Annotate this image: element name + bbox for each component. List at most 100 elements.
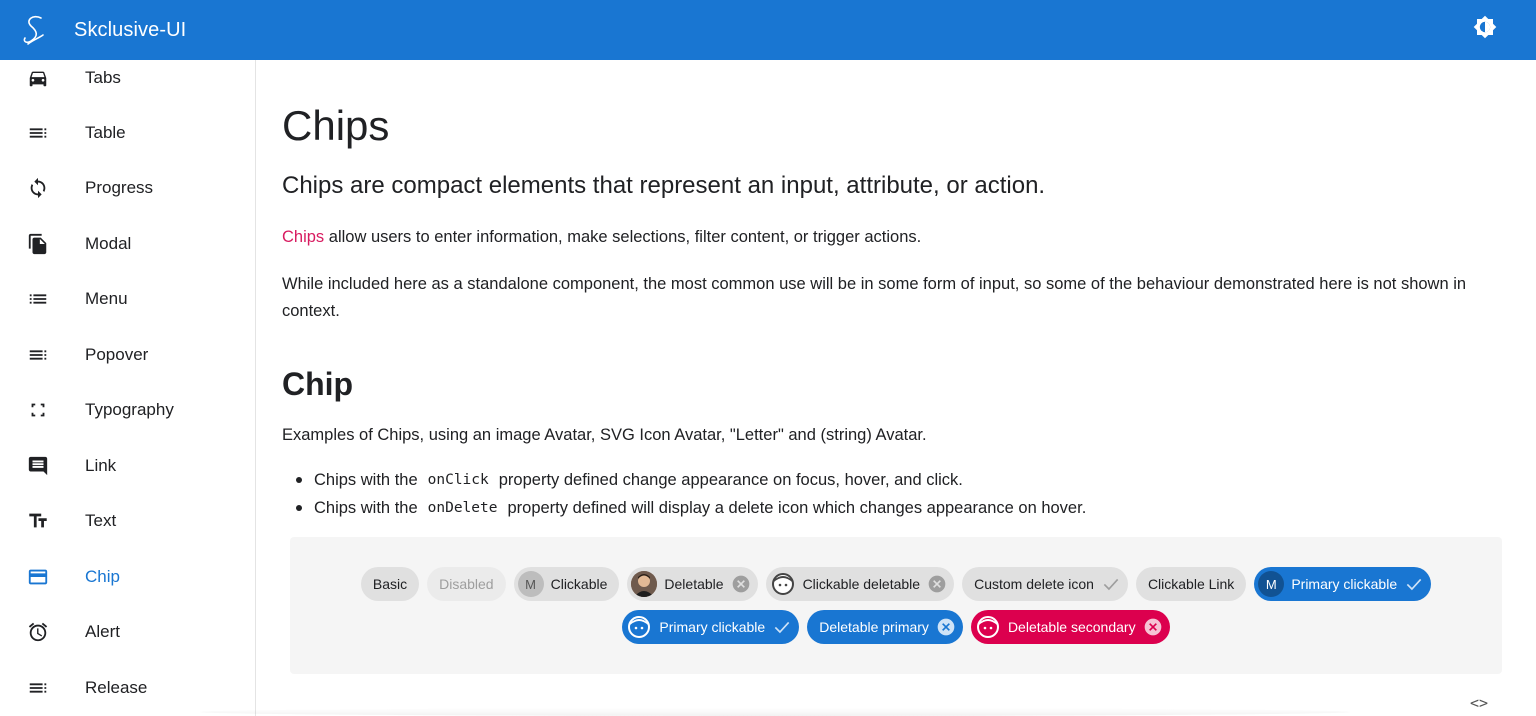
popover-lines-icon: [26, 343, 50, 367]
chip-deletable-primary: Deletable primary: [807, 610, 963, 644]
avatar-photo: [631, 571, 658, 597]
sidebar-item-typography[interactable]: Typography: [0, 382, 255, 437]
chip-demo-box: Basic Disabled M Clickable Deletable Cli…: [290, 537, 1502, 674]
sidebar-item-label: Tabs: [85, 67, 121, 87]
sidebar-item-label: Alert: [85, 621, 120, 641]
chips-link[interactable]: Chips: [282, 228, 324, 246]
chip-avatar: M: [517, 571, 544, 597]
sidebar-item-label: Link: [85, 455, 117, 475]
bullet-dot: [296, 477, 302, 483]
brightness-icon[interactable]: [1472, 14, 1498, 40]
chip-row: Primary clickable Deletable primary Dele…: [290, 610, 1502, 644]
check-icon[interactable]: [1100, 573, 1122, 595]
bullet-text: property defined will display a delete i…: [507, 498, 1087, 517]
cancel-icon[interactable]: [935, 616, 957, 638]
text-fields-icon: [26, 509, 50, 533]
chip-primary-clickable[interactable]: M Primary clickable: [1254, 567, 1432, 601]
sidebar-item-label: Progress: [85, 177, 154, 197]
sidebar-item-label: Chip: [85, 566, 120, 586]
chip-row: Basic Disabled M Clickable Deletable Cli…: [290, 567, 1502, 601]
sidebar-nav: Tabs Table Progress Modal Menu Popover T…: [0, 60, 256, 716]
list-item: Chips with the onDelete property defined…: [282, 494, 1086, 522]
chip-label: Clickable Link: [1147, 576, 1235, 592]
section-description: Examples of Chips, using an image Avatar…: [282, 426, 927, 444]
fullscreen-corners-icon: [26, 398, 50, 422]
app-bar: Skclusive-UI: [0, 0, 1536, 60]
sidebar-item-label: Typography: [85, 399, 174, 419]
app-logo-icon[interactable]: [18, 14, 50, 46]
chip-label: Clickable deletable: [802, 576, 921, 592]
card-icon: [26, 565, 50, 589]
page-subtitle: Chips are compact elements that represen…: [282, 172, 1046, 199]
sidebar-item-text[interactable]: Text: [0, 493, 255, 548]
cancel-icon[interactable]: [1142, 616, 1164, 638]
sidebar-item-alert[interactable]: Alert: [0, 604, 255, 659]
sidebar-item-link[interactable]: Link: [0, 438, 255, 493]
sidebar-item-label: Popover: [85, 344, 149, 364]
release-lines-icon: [26, 676, 50, 700]
file-copy-icon: [26, 232, 50, 256]
chip-avatar: M: [1258, 571, 1285, 597]
chip-clickable-link[interactable]: Clickable Link: [1135, 567, 1247, 601]
chip-label: Clickable: [550, 576, 608, 592]
description-paragraph: While included here as a standalone comp…: [282, 275, 1467, 320]
face-icon: [626, 614, 652, 640]
face-icon: [770, 571, 796, 597]
cancel-icon[interactable]: [730, 573, 752, 595]
bullet-list: Chips with the onClick property defined …: [282, 466, 1086, 522]
sidebar-item-label: Release: [85, 677, 148, 697]
app-title: Skclusive-UI: [74, 18, 187, 41]
code-toggle-icon[interactable]: <>: [1466, 694, 1492, 714]
chip-label: Deletable: [664, 576, 724, 592]
inline-code: onClick: [427, 472, 489, 488]
bullet-text: Chips with the: [314, 470, 418, 489]
chip-label: Primary clickable: [1291, 576, 1398, 592]
chip-basic: Basic: [360, 567, 420, 601]
sidebar-item-progress[interactable]: Progress: [0, 160, 255, 215]
sidebar-item-chip[interactable]: Chip: [0, 549, 255, 604]
sidebar-item-release[interactable]: Release: [0, 660, 255, 715]
chip-clickable[interactable]: M Clickable: [513, 567, 620, 601]
bullet-text: Chips with the: [314, 498, 418, 517]
face-icon: [975, 614, 1001, 640]
intro-paragraph: Chips allow users to enter information, …: [282, 228, 921, 247]
table-lines-icon: [26, 121, 50, 145]
cancel-icon[interactable]: [926, 573, 948, 595]
chip-disabled: Disabled: [427, 567, 506, 601]
intro-text: allow users to enter information, make s…: [324, 228, 922, 246]
card-shadow: [200, 708, 1350, 716]
sidebar-item-table[interactable]: Table: [0, 105, 255, 160]
sidebar-item-popover[interactable]: Popover: [0, 327, 255, 382]
sidebar-item-modal[interactable]: Modal: [0, 216, 255, 271]
sidebar-item-label: Text: [85, 510, 117, 530]
chip-label: Deletable secondary: [1007, 619, 1136, 635]
chip-label: Primary clickable: [659, 619, 766, 635]
bullet-text: property defined change appearance on fo…: [498, 470, 963, 489]
chip-primary-clickable-face[interactable]: Primary clickable: [622, 610, 800, 644]
comment-icon: [26, 454, 50, 478]
sidebar-item-label: Modal: [85, 233, 132, 253]
check-icon[interactable]: [771, 616, 793, 638]
chip-label: Basic: [372, 576, 408, 592]
list-icon: [26, 287, 50, 311]
chip-label: Custom delete icon: [974, 576, 1094, 592]
chip-custom-delete: Custom delete icon: [962, 567, 1128, 601]
list-item: Chips with the onClick property defined …: [282, 466, 1086, 494]
sidebar-item-label: Table: [85, 122, 126, 142]
chip-label: Disabled: [439, 576, 494, 592]
section-title: Chip: [282, 366, 354, 402]
car-icon: [26, 66, 50, 90]
alarm-icon: [26, 620, 50, 644]
bullet-dot: [296, 505, 302, 511]
chip-clickable-deletable[interactable]: Clickable deletable: [765, 567, 955, 601]
sidebar-item-menu[interactable]: Menu: [0, 271, 255, 326]
refresh-icon: [26, 176, 50, 200]
inline-code: onDelete: [427, 500, 498, 516]
chip-label: Deletable primary: [819, 619, 929, 635]
check-icon[interactable]: [1403, 573, 1425, 595]
page-title: Chips: [282, 102, 390, 149]
sidebar-item-tabs[interactable]: Tabs: [0, 60, 255, 105]
sidebar-item-label: Menu: [85, 288, 128, 308]
chip-deletable-secondary: Deletable secondary: [970, 610, 1170, 644]
chip-deletable: Deletable: [627, 567, 758, 601]
